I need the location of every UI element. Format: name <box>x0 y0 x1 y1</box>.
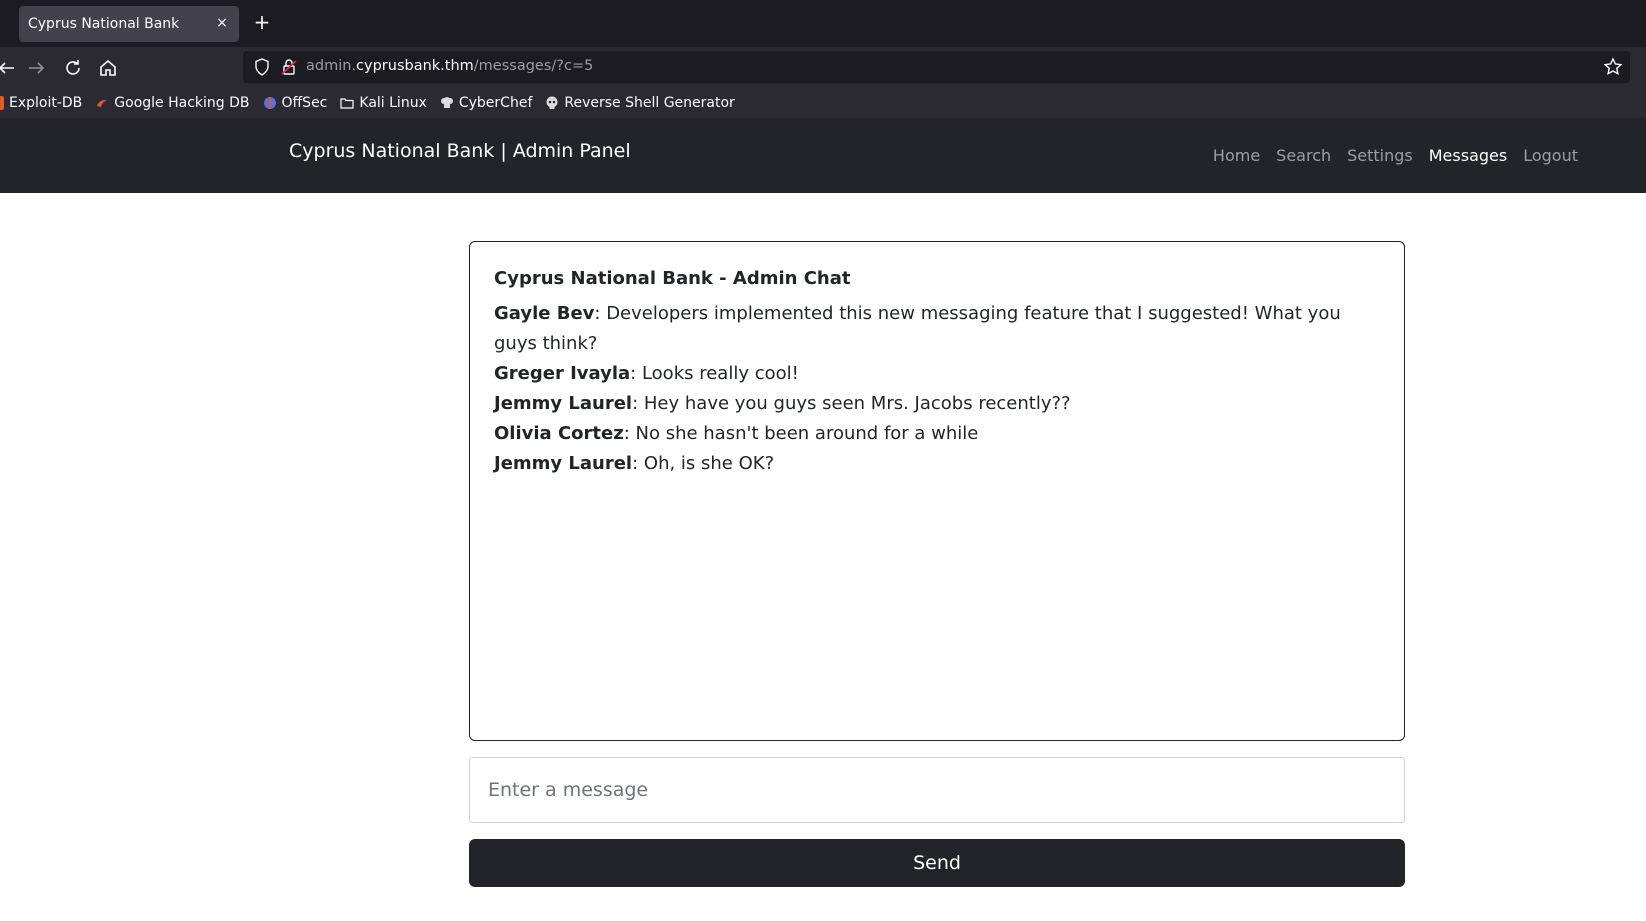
chat-title: Cyprus National Bank - Admin Chat <box>494 268 851 289</box>
bookmark-reverse-shell-generator[interactable]: Reverse Shell Generator <box>545 95 735 111</box>
message-author: Jemmy Laurel <box>494 393 633 414</box>
chef-hat-icon <box>440 96 454 110</box>
bookmark-star-icon[interactable] <box>1602 56 1624 78</box>
browser-tab[interactable]: Cyprus National Bank × <box>19 6 239 42</box>
back-icon[interactable] <box>0 56 18 80</box>
bookmark-exploit-db[interactable]: Exploit-DB <box>0 95 82 111</box>
nav-home[interactable]: Home <box>1213 146 1260 165</box>
bookmark-label: Kali Linux <box>359 95 427 111</box>
chat-message: Jemmy Laurel: Oh, is she OK? <box>494 449 1380 479</box>
bookmarks-bar: Exploit-DB Google Hacking DB OffSec Kali… <box>0 88 1646 118</box>
chat-message: Gayle Bev: Developers implemented this n… <box>494 299 1380 359</box>
insecure-lock-icon[interactable] <box>279 57 299 77</box>
exploit-db-icon <box>0 96 4 110</box>
site-brand[interactable]: Cyprus National Bank | Admin Panel <box>289 140 631 162</box>
chat-message: Jemmy Laurel: Hey have you guys seen Mrs… <box>494 389 1380 419</box>
message-text: : Developers implemented this new messag… <box>494 303 1341 354</box>
offsec-icon <box>263 96 277 110</box>
tab-close-icon[interactable]: × <box>214 15 230 31</box>
nav-search[interactable]: Search <box>1276 146 1331 165</box>
bookmark-offsec[interactable]: OffSec <box>263 95 328 111</box>
message-text: : No she hasn't been around for a while <box>623 423 979 444</box>
bookmark-label: Reverse Shell Generator <box>564 95 735 111</box>
url-text[interactable]: admin.cyprusbank.thm/messages/?c=5 <box>306 58 593 74</box>
message-text: : Looks really cool! <box>630 363 799 384</box>
bookmark-label: CyberChef <box>458 95 533 111</box>
bookmark-label: Exploit-DB <box>9 95 83 111</box>
message-author: Gayle Bev <box>494 303 595 324</box>
message-text: : Oh, is she OK? <box>632 453 775 474</box>
site-navbar: Cyprus National Bank | Admin Panel Home … <box>0 118 1646 193</box>
bookmark-label: Google Hacking DB <box>114 95 250 111</box>
bookmark-label: OffSec <box>281 95 328 111</box>
message-input[interactable] <box>469 757 1405 823</box>
url-path: /messages/?c=5 <box>473 58 594 74</box>
home-icon[interactable] <box>96 56 120 80</box>
message-author: Olivia Cortez <box>494 423 624 444</box>
site-nav-links: Home Search Settings Messages Logout <box>1197 146 1578 165</box>
new-tab-button[interactable]: + <box>251 11 273 33</box>
chat-message: Greger Ivayla: Looks really cool! <box>494 359 1380 389</box>
bookmark-kali-linux[interactable]: Kali Linux <box>340 95 427 111</box>
reload-icon[interactable] <box>61 56 85 80</box>
url-prefix: admin. <box>306 58 357 74</box>
chat-box: Cyprus National Bank - Admin Chat Gayle … <box>469 241 1405 741</box>
forward-icon[interactable] <box>25 56 49 80</box>
nav-settings[interactable]: Settings <box>1347 146 1413 165</box>
message-author: Jemmy Laurel <box>494 453 633 474</box>
bookmark-google-hacking-db[interactable]: Google Hacking DB <box>95 95 250 111</box>
chat-message: Olivia Cortez: No she hasn't been around… <box>494 419 1380 449</box>
ghdb-icon <box>95 96 109 110</box>
url-host: cyprusbank.thm <box>356 58 474 74</box>
bookmark-cyberchef[interactable]: CyberChef <box>440 95 533 111</box>
shield-icon[interactable] <box>252 57 272 77</box>
tab-title: Cyprus National Bank <box>28 16 180 32</box>
send-button[interactable]: Send <box>469 839 1405 887</box>
message-author: Greger Ivayla <box>494 363 631 384</box>
browser-toolbar: admin.cyprusbank.thm/messages/?c=5 <box>0 47 1646 88</box>
folder-icon <box>340 96 354 110</box>
nav-messages[interactable]: Messages <box>1429 146 1507 165</box>
url-bar[interactable]: admin.cyprusbank.thm/messages/?c=5 <box>243 51 1630 83</box>
browser-tab-bar: Cyprus National Bank × + <box>0 0 1646 47</box>
nav-logout[interactable]: Logout <box>1523 146 1578 165</box>
message-text: : Hey have you guys seen Mrs. Jacobs rec… <box>632 393 1071 414</box>
skull-icon <box>545 96 559 110</box>
